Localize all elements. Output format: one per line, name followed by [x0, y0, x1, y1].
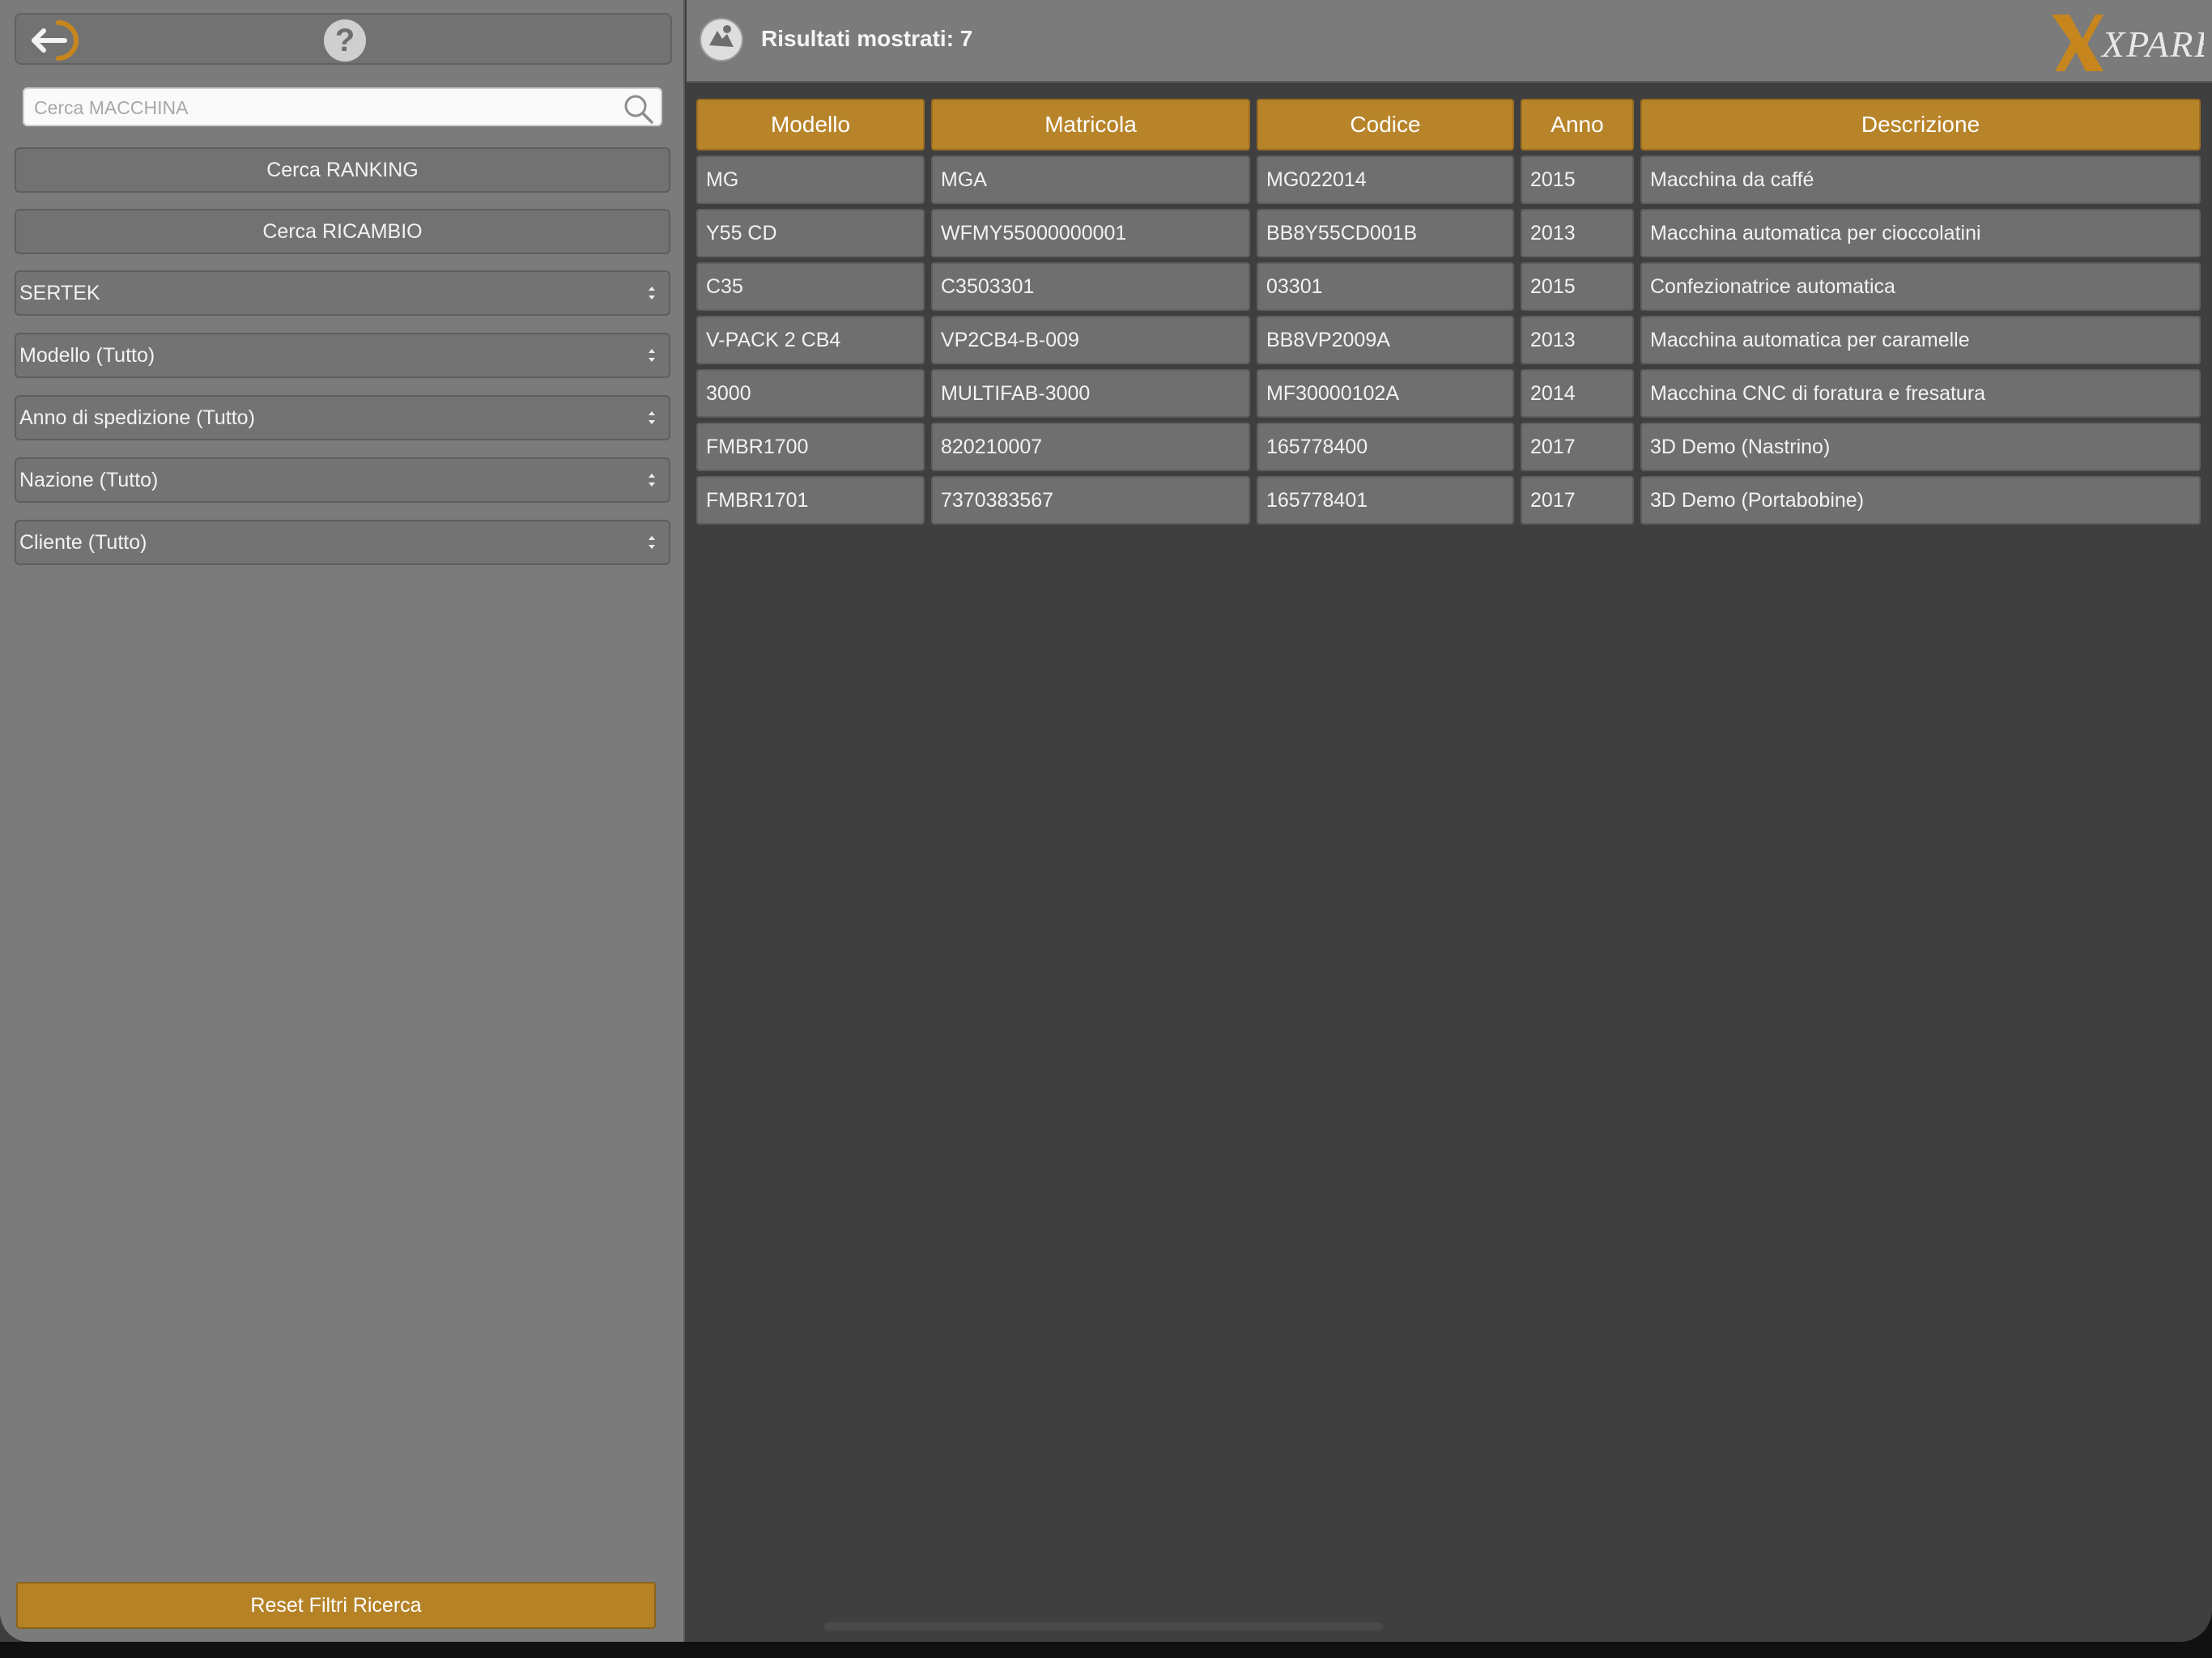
- back-arrow-icon: [32, 20, 79, 61]
- cell-codice: 03301: [1257, 262, 1514, 311]
- cell-modello: 3000: [696, 369, 925, 418]
- cell-codice: MF30000102A: [1257, 369, 1514, 418]
- main-panel: Risultati mostrati: 7 XPARE Modello Matr…: [687, 0, 2212, 1642]
- cell-modello: FMBR1701: [696, 476, 925, 525]
- cell-codice: BB8VP2009A: [1257, 316, 1514, 364]
- column-header-modello[interactable]: Modello: [696, 99, 925, 151]
- cell-descrizione: Macchina automatica per cioccolatini: [1640, 209, 2201, 257]
- cell-modello: Y55 CD: [696, 209, 925, 257]
- cell-descrizione: Macchina automatica per caramelle: [1640, 316, 2201, 364]
- model-select[interactable]: Modello (Tutto): [15, 333, 670, 378]
- horizontal-scrollbar[interactable]: [824, 1622, 1383, 1630]
- xpare-logo: XPARE: [2052, 15, 2204, 71]
- cell-modello: MG: [696, 155, 925, 204]
- cell-matricola: MGA: [931, 155, 1250, 204]
- cell-anno: 2013: [1521, 209, 1634, 257]
- cell-descrizione: 3D Demo (Nastrino): [1640, 423, 2201, 471]
- cell-matricola: C3503301: [931, 262, 1250, 311]
- table-row[interactable]: MG MGA MG022014 2015 Macchina da caffé: [696, 155, 2201, 204]
- back-button[interactable]: [26, 18, 84, 63]
- cell-descrizione: Macchina da caffé: [1640, 155, 2201, 204]
- column-header-codice[interactable]: Codice: [1257, 99, 1514, 151]
- table-row[interactable]: FMBR1700 820210007 165778400 2017 3D Dem…: [696, 423, 2201, 471]
- results-header: Risultati mostrati: 7 XPARE: [687, 0, 2212, 83]
- model-select-value: Modello (Tutto): [19, 344, 155, 367]
- select-arrows-icon: [649, 287, 655, 300]
- table-row[interactable]: V-PACK 2 CB4 VP2CB4-B-009 BB8VP2009A 201…: [696, 316, 2201, 364]
- cell-anno: 2017: [1521, 476, 1634, 525]
- brand-select[interactable]: SERTEK: [15, 270, 670, 316]
- shipping-year-select[interactable]: Anno di spedizione (Tutto): [15, 395, 670, 440]
- cell-descrizione: Macchina CNC di foratura e fresatura: [1640, 369, 2201, 418]
- select-arrows-icon: [649, 536, 655, 549]
- shipping-year-select-value: Anno di spedizione (Tutto): [19, 406, 255, 429]
- country-select-value: Nazione (Tutto): [19, 469, 159, 491]
- help-button[interactable]: ?: [324, 19, 366, 62]
- cell-codice: 165778400: [1257, 423, 1514, 471]
- cell-anno: 2017: [1521, 423, 1634, 471]
- cell-matricola: 7370383567: [931, 476, 1250, 525]
- select-arrows-icon: [649, 474, 655, 487]
- select-arrows-icon: [649, 411, 655, 424]
- help-icon: ?: [334, 23, 355, 58]
- cell-anno: 2015: [1521, 262, 1634, 311]
- machine-search-box: [23, 87, 662, 126]
- results-table: Modello Matricola Codice Anno Descrizion…: [690, 94, 2207, 529]
- cell-matricola: WFMY55000000001: [931, 209, 1250, 257]
- column-header-anno[interactable]: Anno: [1521, 99, 1634, 151]
- cell-modello: V-PACK 2 CB4: [696, 316, 925, 364]
- cell-anno: 2013: [1521, 316, 1634, 364]
- results-count: Risultati mostrati: 7: [761, 26, 973, 51]
- search-icon[interactable]: [622, 92, 654, 125]
- sidebar-toolbar: ?: [15, 13, 672, 65]
- reset-filters-button[interactable]: Reset Filtri Ricerca: [16, 1582, 656, 1629]
- table-row[interactable]: Y55 CD WFMY55000000001 BB8Y55CD001B 2013…: [696, 209, 2201, 257]
- cell-matricola: MULTIFAB-3000: [931, 369, 1250, 418]
- customer-select[interactable]: Cliente (Tutto): [15, 520, 670, 565]
- cell-matricola: 820210007: [931, 423, 1250, 471]
- brand-select-value: SERTEK: [19, 282, 100, 304]
- spare-part-search-button[interactable]: Cerca RICAMBIO: [15, 209, 670, 254]
- column-header-descrizione[interactable]: Descrizione: [1640, 99, 2201, 151]
- cell-modello: C35: [696, 262, 925, 311]
- customer-select-value: Cliente (Tutto): [19, 531, 147, 554]
- cell-anno: 2014: [1521, 369, 1634, 418]
- cell-modello: FMBR1700: [696, 423, 925, 471]
- machine-search-input[interactable]: [32, 92, 602, 123]
- column-header-matricola[interactable]: Matricola: [931, 99, 1250, 151]
- sidebar: ? Cerca RANKING Cerca RICAMBIO SERTEK Mo…: [0, 0, 685, 1642]
- cell-codice: BB8Y55CD001B: [1257, 209, 1514, 257]
- table-row[interactable]: 3000 MULTIFAB-3000 MF30000102A 2014 Macc…: [696, 369, 2201, 418]
- cell-codice: MG022014: [1257, 155, 1514, 204]
- cell-descrizione: 3D Demo (Portabobine): [1640, 476, 2201, 525]
- ranking-search-button[interactable]: Cerca RANKING: [15, 147, 670, 193]
- machine-globe-icon: [700, 18, 743, 62]
- table-row[interactable]: FMBR1701 7370383567 165778401 2017 3D De…: [696, 476, 2201, 525]
- cell-matricola: VP2CB4-B-009: [931, 316, 1250, 364]
- table-row[interactable]: C35 C3503301 03301 2015 Confezionatrice …: [696, 262, 2201, 311]
- select-arrows-icon: [649, 349, 655, 362]
- table-header-row: Modello Matricola Codice Anno Descrizion…: [696, 99, 2201, 151]
- country-select[interactable]: Nazione (Tutto): [15, 457, 670, 503]
- logo-text: XPARE: [2100, 23, 2204, 65]
- cell-anno: 2015: [1521, 155, 1634, 204]
- cell-descrizione: Confezionatrice automatica: [1640, 262, 2201, 311]
- app-window: ? Cerca RANKING Cerca RICAMBIO SERTEK Mo…: [0, 0, 2212, 1642]
- cell-codice: 165778401: [1257, 476, 1514, 525]
